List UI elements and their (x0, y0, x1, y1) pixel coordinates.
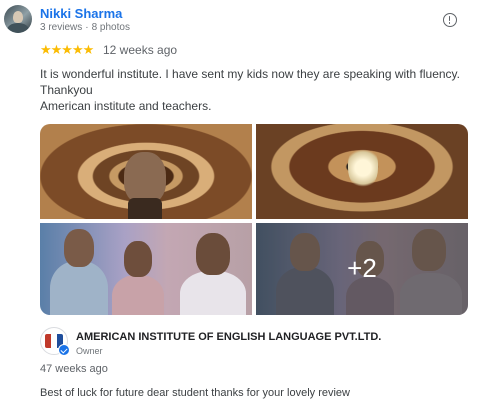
reviews-count: 3 reviews (40, 22, 83, 33)
owner-response-text: Best of luck for future dear student tha… (40, 387, 350, 399)
review-text-line: It is wonderful institute. I have sent m… (40, 67, 460, 81)
meta-separator: · (85, 22, 89, 33)
owner-name: AMERICAN INSTITUTE OF ENGLISH LANGUAGE P… (76, 331, 382, 343)
more-photos-count: +2 (347, 253, 377, 283)
reviewer-meta: 3 reviews · 8 photos (40, 22, 130, 33)
star-rating: ★★★★★ (40, 42, 94, 57)
review-text-line: American institute and teachers. (40, 99, 212, 113)
reviewer-avatar[interactable] (4, 5, 32, 33)
photos-count: 8 photos (91, 22, 130, 33)
owner-response-time: 47 weeks ago (40, 363, 108, 375)
review-text: It is wonderful institute. I have sent m… (40, 66, 460, 114)
verified-icon (58, 344, 70, 356)
review-photo[interactable] (40, 223, 252, 315)
review-photo[interactable]: +2 (256, 223, 468, 315)
owner-role: Owner (76, 346, 103, 356)
review-time: 12 weeks ago (103, 43, 178, 57)
report-info-icon[interactable] (443, 13, 457, 27)
review-text-line: Thankyou (40, 83, 93, 97)
reviewer-name[interactable]: Nikki Sharma (40, 6, 122, 21)
review-photo[interactable] (40, 124, 252, 219)
review-photo[interactable] (256, 124, 468, 219)
